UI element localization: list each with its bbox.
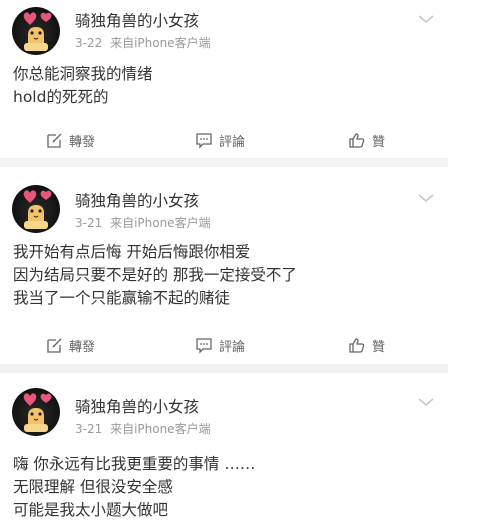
chevron-down-icon[interactable] bbox=[416, 12, 436, 26]
like-label: 贊 bbox=[372, 134, 386, 150]
post-text-line: 可能是我太小题大做吧 bbox=[13, 501, 169, 519]
post-content: 我开始有点后悔 开始后悔跟你相爱 因为结局只要不是好的 那我一定接受不了 我当了… bbox=[13, 241, 297, 310]
post-actions: 轉發 評論 贊 bbox=[0, 333, 448, 357]
post-source: 来自iPhone客户端 bbox=[110, 216, 211, 230]
avatar[interactable] bbox=[12, 185, 60, 233]
post-separator bbox=[0, 364, 448, 373]
post-username[interactable]: 骑独角兽的小女孩 bbox=[75, 395, 199, 417]
post-date: 3-21 bbox=[75, 422, 103, 436]
repost-label: 轉發 bbox=[69, 134, 96, 150]
post-content: 你总能洞察我的情绪 hold的死死的 bbox=[13, 63, 153, 109]
weibo-feed: 骑独角兽的小女孩 3-22 来自iPhone客户端 你总能洞察我的情绪 hold… bbox=[0, 0, 488, 526]
chevron-down-icon[interactable] bbox=[416, 191, 436, 205]
post-text-line: 因为结局只要不是好的 那我一定接受不了 bbox=[13, 266, 297, 284]
comment-bubble-icon bbox=[196, 132, 212, 149]
post-meta: 3-21 来自iPhone客户端 bbox=[75, 214, 211, 231]
chevron-down-icon[interactable] bbox=[416, 395, 436, 409]
post-text-line: hold的死死的 bbox=[13, 88, 109, 106]
avatar-illustration-icon bbox=[23, 393, 52, 432]
post-actions: 轉發 評論 贊 bbox=[0, 128, 448, 152]
comment-button[interactable]: 評論 bbox=[195, 128, 245, 152]
comment-label: 評論 bbox=[219, 339, 246, 355]
post-card: 骑独角兽的小女孩 3-21 来自iPhone客户端 我开始有点后悔 开始后悔跟你… bbox=[0, 167, 448, 364]
repost-label: 轉發 bbox=[69, 339, 96, 355]
comment-label: 評論 bbox=[219, 134, 246, 150]
thumbs-up-icon bbox=[349, 337, 365, 353]
post-date: 3-22 bbox=[75, 36, 103, 50]
like-button[interactable]: 贊 bbox=[348, 128, 385, 152]
post-text-line: 嗨 你永远有比我更重要的事情 …… bbox=[13, 455, 256, 473]
avatar[interactable] bbox=[12, 7, 60, 55]
post-card: 骑独角兽的小女孩 3-22 来自iPhone客户端 你总能洞察我的情绪 hold… bbox=[0, 0, 448, 158]
post-card: 骑独角兽的小女孩 3-21 来自iPhone客户端 嗨 你永远有比我更重要的事情… bbox=[0, 373, 448, 526]
post-text-line: 我当了一个只能赢输不起的赌徒 bbox=[13, 289, 231, 307]
like-label: 贊 bbox=[372, 339, 386, 355]
post-separator bbox=[0, 158, 448, 167]
avatar-illustration-icon bbox=[23, 190, 52, 229]
post-text-line: 无限理解 但很没安全感 bbox=[13, 478, 173, 496]
like-button[interactable]: 贊 bbox=[348, 333, 385, 357]
share-edit-icon bbox=[47, 338, 62, 353]
post-date: 3-21 bbox=[75, 216, 103, 230]
post-meta: 3-21 来自iPhone客户端 bbox=[75, 420, 211, 437]
repost-button[interactable]: 轉發 bbox=[46, 128, 95, 152]
post-username[interactable]: 骑独角兽的小女孩 bbox=[75, 9, 199, 31]
post-meta: 3-22 来自iPhone客户端 bbox=[75, 34, 211, 51]
post-source: 来自iPhone客户端 bbox=[110, 422, 211, 436]
post-username[interactable]: 骑独角兽的小女孩 bbox=[75, 189, 199, 211]
comment-button[interactable]: 評論 bbox=[195, 333, 245, 357]
avatar-illustration-icon bbox=[23, 12, 52, 51]
avatar[interactable] bbox=[12, 388, 60, 436]
share-edit-icon bbox=[47, 133, 62, 148]
comment-bubble-icon bbox=[196, 337, 212, 354]
thumbs-up-icon bbox=[349, 132, 365, 148]
post-text-line: 我开始有点后悔 开始后悔跟你相爱 bbox=[13, 243, 251, 261]
repost-button[interactable]: 轉發 bbox=[46, 333, 95, 357]
post-source: 来自iPhone客户端 bbox=[110, 36, 211, 50]
post-text-line: 你总能洞察我的情绪 bbox=[13, 65, 153, 83]
post-content: 嗨 你永远有比我更重要的事情 …… 无限理解 但很没安全感 可能是我太小题大做吧 bbox=[13, 453, 255, 522]
